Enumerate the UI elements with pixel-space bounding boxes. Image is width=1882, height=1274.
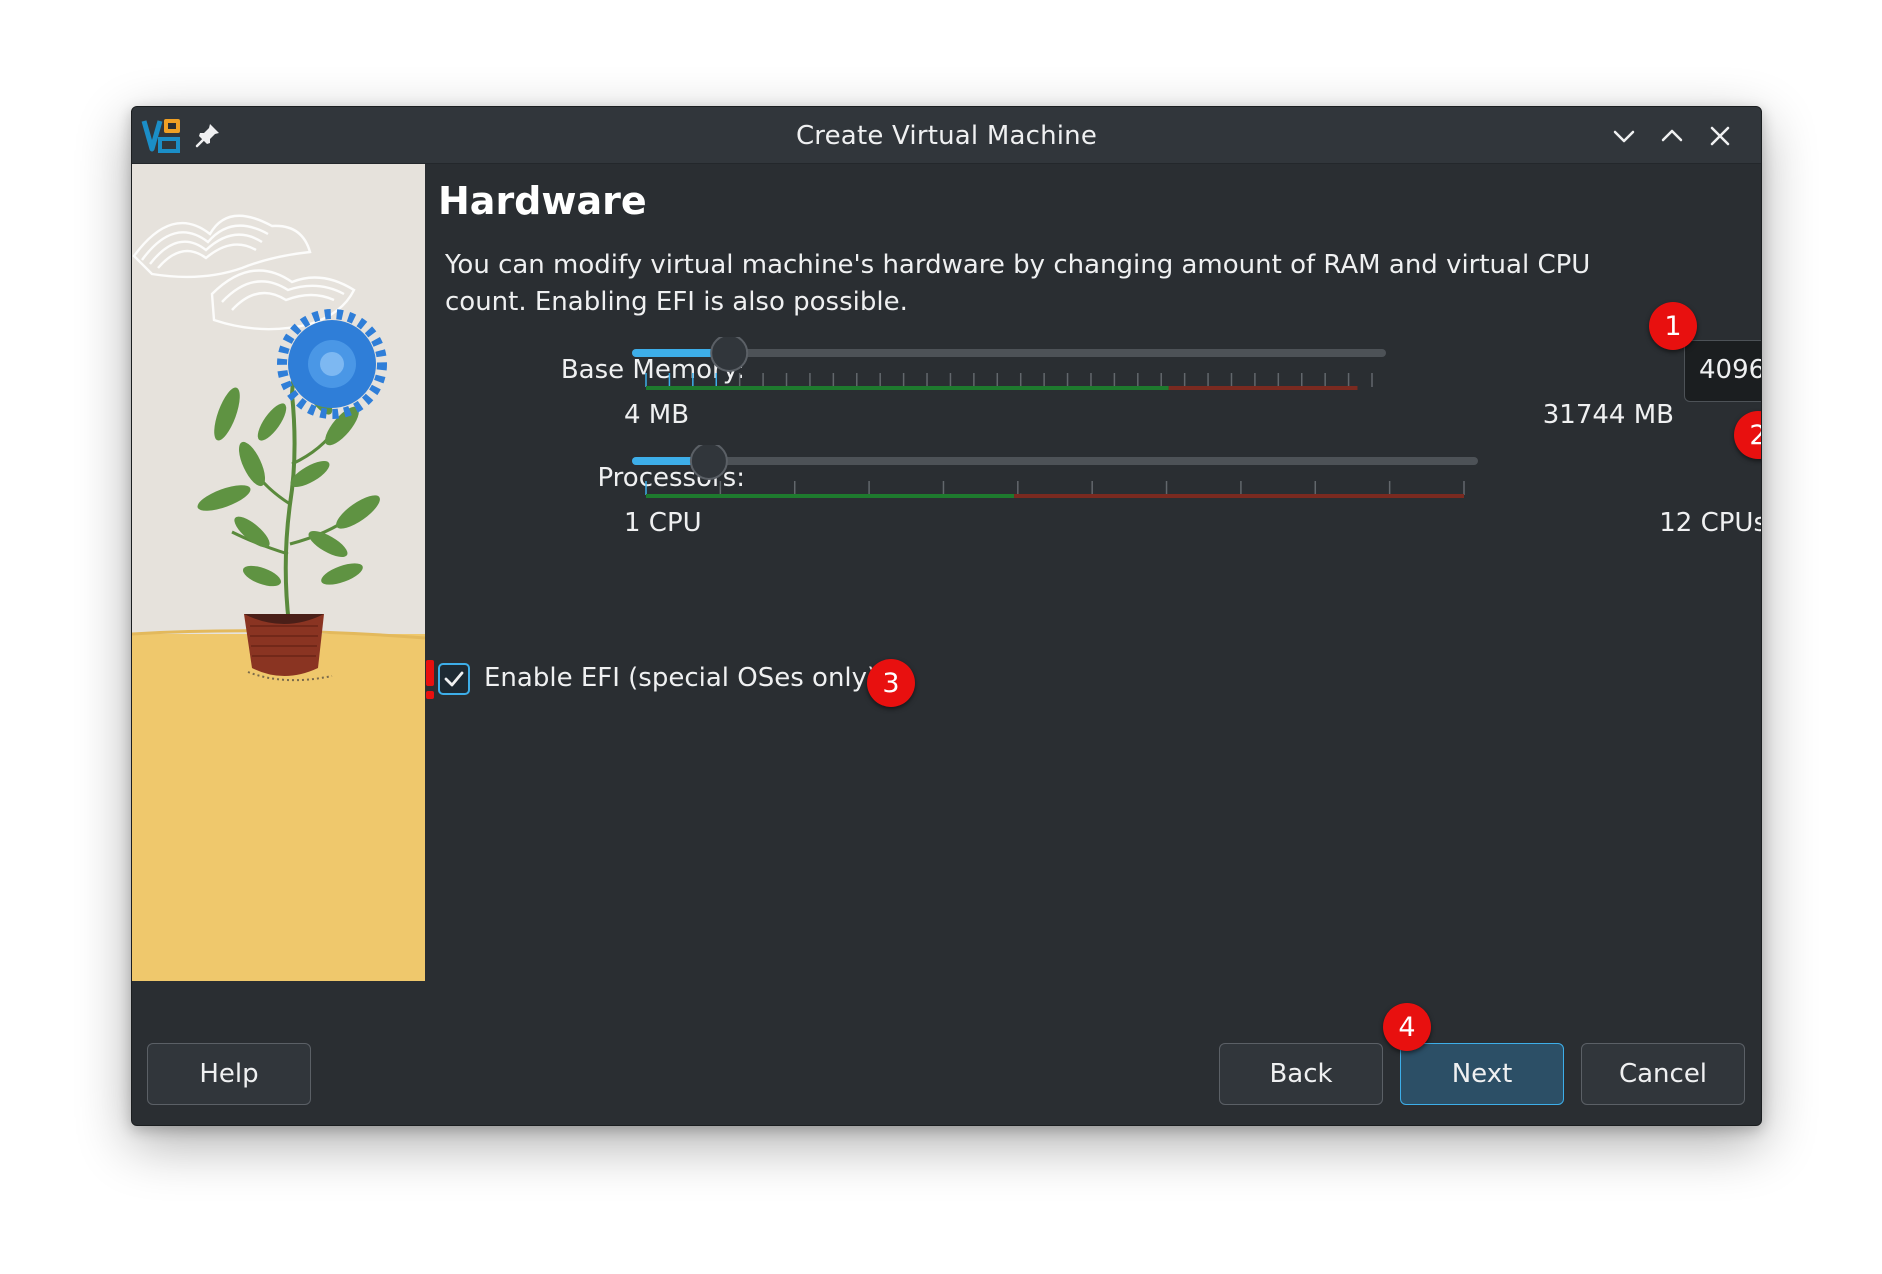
checkmark-icon bbox=[444, 671, 464, 687]
memory-spinbox-value[interactable]: 4096 MB bbox=[1699, 355, 1761, 385]
title-bar: Create Virtual Machine bbox=[132, 107, 1761, 164]
window-title: Create Virtual Machine bbox=[795, 121, 1098, 151]
close-icon bbox=[1710, 126, 1730, 146]
efi-checkbox-label[interactable]: Enable EFI (special OSes only) bbox=[484, 663, 877, 693]
warning-icon bbox=[426, 660, 434, 699]
efi-checkbox[interactable] bbox=[438, 663, 470, 695]
back-button[interactable]: Back bbox=[1219, 1043, 1383, 1105]
chevron-up-icon bbox=[1661, 129, 1683, 142]
slider-ticks bbox=[645, 373, 1373, 387]
help-button[interactable]: Help bbox=[147, 1043, 311, 1105]
callout-badge-3: 3 bbox=[867, 659, 915, 707]
base-memory-slider[interactable] bbox=[624, 337, 1686, 407]
slider-handle[interactable] bbox=[710, 337, 749, 372]
slider-zone-recommended bbox=[646, 494, 1015, 498]
slider-ticks bbox=[645, 481, 1465, 495]
slider-zone-excessive bbox=[1168, 386, 1358, 390]
chevron-down-icon bbox=[1613, 130, 1635, 143]
maximize-button[interactable] bbox=[1655, 119, 1689, 153]
processors-slider[interactable] bbox=[624, 445, 1762, 515]
callout-badge-1: 1 bbox=[1649, 302, 1697, 350]
callout-badge-4: 4 bbox=[1383, 1003, 1431, 1051]
slider-track bbox=[632, 457, 1478, 465]
slider-groove bbox=[632, 457, 1478, 465]
memory-spinbox[interactable]: 4096 MB bbox=[1684, 340, 1761, 402]
next-button[interactable]: Next bbox=[1400, 1043, 1564, 1105]
slider-handle[interactable] bbox=[689, 445, 728, 480]
memory-min-label: 4 MB bbox=[624, 400, 690, 430]
cancel-button[interactable]: Cancel bbox=[1581, 1043, 1745, 1105]
slider-zone-excessive bbox=[1014, 494, 1464, 498]
create-vm-dialog: Create Virtual Machine Hardware You can … bbox=[131, 106, 1762, 1126]
page-title: Hardware bbox=[438, 179, 647, 223]
wizard-illustration bbox=[132, 164, 425, 981]
close-button[interactable] bbox=[1703, 119, 1737, 153]
page-description: You can modify virtual machine's hardwar… bbox=[445, 250, 1591, 317]
slider-zones bbox=[646, 494, 1464, 498]
processors-min-label: 1 CPU bbox=[624, 508, 702, 538]
memory-max-label: 31744 MB bbox=[1542, 400, 1674, 430]
slider-zones bbox=[646, 386, 1358, 390]
button-bar: Help Back Next Cancel bbox=[132, 1031, 1761, 1125]
minimize-button[interactable] bbox=[1607, 119, 1641, 153]
processors-max-label: 12 CPUs bbox=[1659, 508, 1762, 538]
slider-zone-recommended bbox=[646, 386, 1169, 390]
